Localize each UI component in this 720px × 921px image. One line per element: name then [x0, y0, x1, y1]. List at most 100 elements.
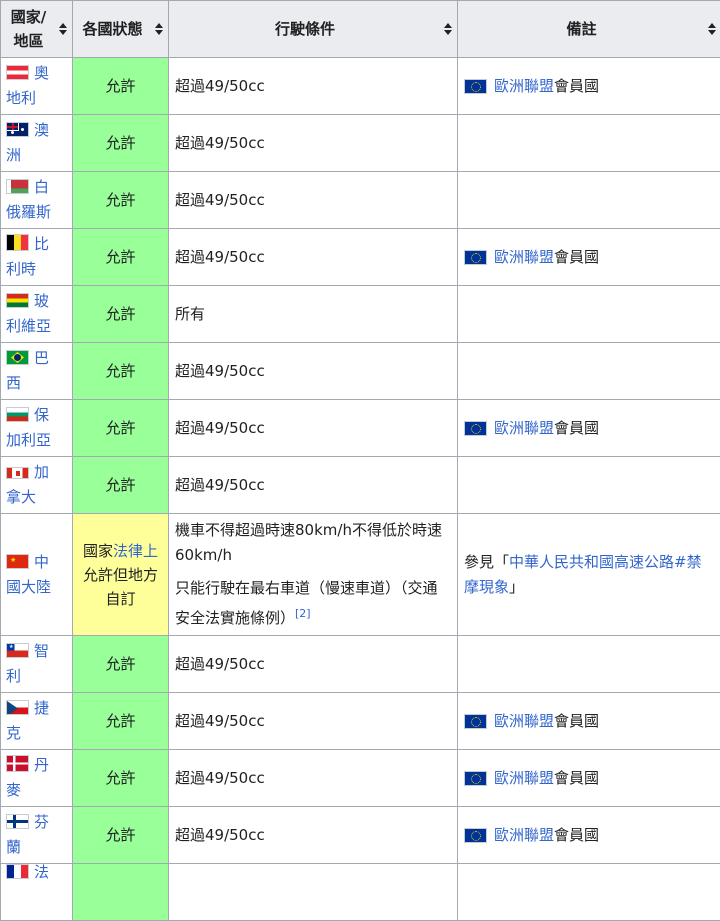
eu-link[interactable]: 歐洲聯盟 [494, 419, 554, 437]
condition-line: 機車不得超過時速80km/h不得低於時速60km/h [175, 518, 451, 568]
country-link[interactable]: 奧 [34, 64, 49, 82]
note-cell [458, 172, 720, 229]
eu-flag-icon [464, 79, 487, 94]
bulgaria-flag-icon [6, 407, 29, 422]
table-header-row: 國家/地區 各國狀態 行駛條件 備註 [1, 1, 720, 58]
status-cell: 允許 [73, 457, 169, 514]
status-cell: 國家法律上允許但地方自訂 [73, 514, 169, 636]
country-link[interactable]: 玻 [34, 292, 49, 310]
country-link[interactable]: 利維亞 [6, 317, 51, 335]
condition-cell: 超過49/50cc [169, 457, 458, 514]
status-cell: 允許 [73, 286, 169, 343]
status-cell: 允許 [73, 400, 169, 457]
country-link[interactable]: 洲 [6, 146, 21, 164]
status-cell [73, 864, 169, 921]
australia-flag-icon [6, 122, 29, 137]
country-cell[interactable]: 比利時 [1, 229, 73, 286]
country-cell[interactable]: ★ 中國大陸 [1, 514, 73, 636]
note-cell: 歐洲聯盟會員國 [458, 400, 720, 457]
eu-link[interactable]: 歐洲聯盟 [494, 769, 554, 787]
eu-link[interactable]: 歐洲聯盟 [494, 248, 554, 266]
table-row: 丹麥 允許 超過49/50cc 歐洲聯盟會員國 [1, 750, 720, 807]
note-text: 會員國 [554, 248, 599, 266]
condition-cell: 超過49/50cc [169, 172, 458, 229]
country-link[interactable]: 澳 [34, 121, 49, 139]
country-cell[interactable]: 捷克 [1, 693, 73, 750]
country-cell[interactable]: ★智利 [1, 636, 73, 693]
country-link[interactable]: 法 [34, 863, 49, 881]
country-link[interactable]: 俄羅斯 [6, 203, 51, 221]
country-link[interactable]: 保 [34, 406, 49, 424]
note-cell: 歐洲聯盟會員國 [458, 807, 720, 864]
country-link[interactable]: 拿大 [6, 488, 36, 506]
header-status[interactable]: 各國狀態 [73, 1, 169, 58]
country-link[interactable]: 巴 [34, 349, 49, 367]
status-cell: 允許 [73, 693, 169, 750]
country-link[interactable]: 麥 [6, 781, 21, 799]
table-row: 法 [1, 864, 720, 921]
note-cell [458, 864, 720, 921]
condition-cell: 超過49/50cc [169, 807, 458, 864]
note-text: 會員國 [554, 826, 599, 844]
country-cell[interactable]: 法 [1, 864, 73, 921]
eu-link[interactable]: 歐洲聯盟 [494, 826, 554, 844]
condition-cell: 超過49/50cc [169, 636, 458, 693]
country-cell[interactable]: 芬蘭 [1, 807, 73, 864]
table-row: ★ 中國大陸 國家法律上允許但地方自訂 機車不得超過時速80km/h不得低於時速6… [1, 514, 720, 636]
country-link[interactable]: 加利亞 [6, 431, 51, 449]
country-link[interactable]: 智 [34, 642, 49, 660]
country-link[interactable]: 利時 [6, 260, 36, 278]
france-flag-icon [6, 864, 29, 879]
condition-cell: 超過49/50cc [169, 750, 458, 807]
country-cell[interactable]: 加拿大 [1, 457, 73, 514]
country-cell[interactable]: 保加利亞 [1, 400, 73, 457]
law-link[interactable]: 法律上 [113, 542, 158, 560]
header-condition[interactable]: 行駛條件 [169, 1, 458, 58]
sort-icon[interactable] [155, 22, 163, 36]
country-link[interactable]: 加 [34, 463, 49, 481]
header-note[interactable]: 備註 [458, 1, 720, 58]
status-cell: 允許 [73, 58, 169, 115]
country-cell[interactable]: 巴西 [1, 343, 73, 400]
country-link[interactable]: 國大陸 [6, 578, 51, 596]
country-cell[interactable]: 奧地利 [1, 58, 73, 115]
austria-flag-icon [6, 65, 29, 80]
note-text: 會員國 [554, 769, 599, 787]
country-cell[interactable]: 丹麥 [1, 750, 73, 807]
table-row: 芬蘭 允許 超過49/50cc 歐洲聯盟會員國 [1, 807, 720, 864]
note-cell [458, 115, 720, 172]
condition-cell: 機車不得超過時速80km/h不得低於時速60km/h只能行駛在最右車道（慢速車道… [169, 514, 458, 636]
country-link[interactable]: 蘭 [6, 838, 21, 856]
country-link[interactable]: 西 [6, 374, 21, 392]
note-cell [458, 457, 720, 514]
eu-flag-icon [464, 421, 487, 436]
country-cell[interactable]: 澳洲 [1, 115, 73, 172]
eu-link[interactable]: 歐洲聯盟 [494, 712, 554, 730]
table-row: 保加利亞 允許 超過49/50cc 歐洲聯盟會員國 [1, 400, 720, 457]
eu-link[interactable]: 歐洲聯盟 [494, 77, 554, 95]
country-link[interactable]: 丹 [34, 756, 49, 774]
table-row: 澳洲 允許 超過49/50cc [1, 115, 720, 172]
sort-icon[interactable] [444, 22, 452, 36]
sort-icon[interactable] [708, 22, 716, 36]
note-cell: 歐洲聯盟會員國 [458, 693, 720, 750]
country-link[interactable]: 白 [34, 178, 49, 196]
country-link[interactable]: 比 [34, 235, 49, 253]
denmark-flag-icon [6, 755, 29, 772]
country-cell[interactable]: 白俄羅斯 [1, 172, 73, 229]
china-flag-icon: ★ [6, 554, 29, 569]
header-condition-label: 行駛條件 [275, 20, 335, 38]
country-link[interactable]: 捷 [34, 699, 49, 717]
country-link[interactable]: 芬 [34, 813, 49, 831]
country-cell[interactable]: 玻利維亞 [1, 286, 73, 343]
reference-link[interactable]: [2] [295, 607, 311, 620]
table-row: 白俄羅斯 允許 超過49/50cc [1, 172, 720, 229]
header-country[interactable]: 國家/地區 [1, 1, 73, 58]
country-link[interactable]: 地利 [6, 89, 36, 107]
country-link[interactable]: 中 [34, 553, 49, 571]
country-link[interactable]: 利 [6, 667, 21, 685]
condition-cell: 超過49/50cc [169, 343, 458, 400]
table-row: 玻利維亞 允許 所有 [1, 286, 720, 343]
sort-icon[interactable] [59, 22, 67, 36]
country-link[interactable]: 克 [6, 724, 21, 742]
